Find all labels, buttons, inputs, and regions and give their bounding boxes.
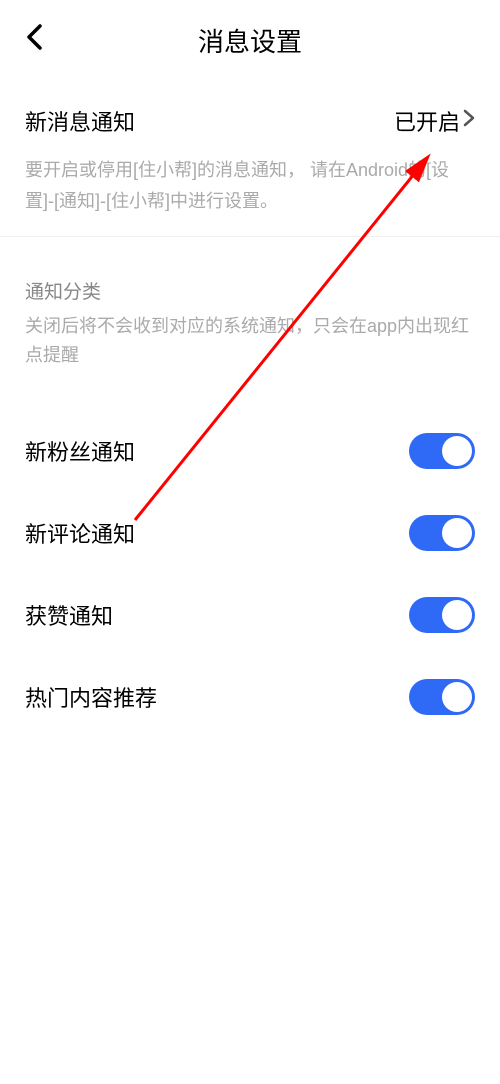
toggle-list: 新粉丝通知 新评论通知 获赞通知 热门内容推荐 — [0, 390, 500, 738]
notification-status-text: 已开启 — [394, 105, 460, 137]
chevron-left-icon — [25, 23, 43, 51]
chevron-right-icon — [463, 109, 475, 133]
notification-label: 新消息通知 — [25, 105, 135, 137]
notification-section: 新消息通知 已开启 要开启或停用[住小帮]的消息通知， 请在Android的[设… — [0, 80, 500, 237]
category-section: 通知分类 关闭后将不会收到对应的系统通知，只会在app内出现红点提醒 — [0, 237, 500, 390]
notification-description: 要开启或停用[住小帮]的消息通知， 请在Android的[设置]-[通知]-[住… — [25, 155, 475, 216]
back-button[interactable] — [25, 22, 43, 59]
toggle-label: 新粉丝通知 — [25, 435, 135, 467]
toggle-switch-new-comment[interactable] — [409, 515, 475, 551]
page-header: 消息设置 — [0, 0, 500, 80]
toggle-label: 获赞通知 — [25, 599, 113, 631]
toggle-item-new-fans: 新粉丝通知 — [25, 410, 475, 492]
toggle-knob — [442, 436, 472, 466]
toggle-switch-hot-content[interactable] — [409, 679, 475, 715]
toggle-item-likes: 获赞通知 — [25, 574, 475, 656]
toggle-label: 新评论通知 — [25, 517, 135, 549]
page-title: 消息设置 — [20, 22, 480, 59]
toggle-knob — [442, 518, 472, 548]
toggle-knob — [442, 682, 472, 712]
toggle-item-hot-content: 热门内容推荐 — [25, 656, 475, 738]
notification-row[interactable]: 新消息通知 已开启 — [25, 105, 475, 137]
toggle-switch-new-fans[interactable] — [409, 433, 475, 469]
toggle-knob — [442, 600, 472, 630]
category-title: 通知分类 — [25, 277, 475, 304]
toggle-switch-likes[interactable] — [409, 597, 475, 633]
toggle-label: 热门内容推荐 — [25, 681, 157, 713]
toggle-item-new-comment: 新评论通知 — [25, 492, 475, 574]
category-description: 关闭后将不会收到对应的系统通知，只会在app内出现红点提醒 — [25, 312, 475, 370]
notification-status: 已开启 — [394, 105, 475, 137]
